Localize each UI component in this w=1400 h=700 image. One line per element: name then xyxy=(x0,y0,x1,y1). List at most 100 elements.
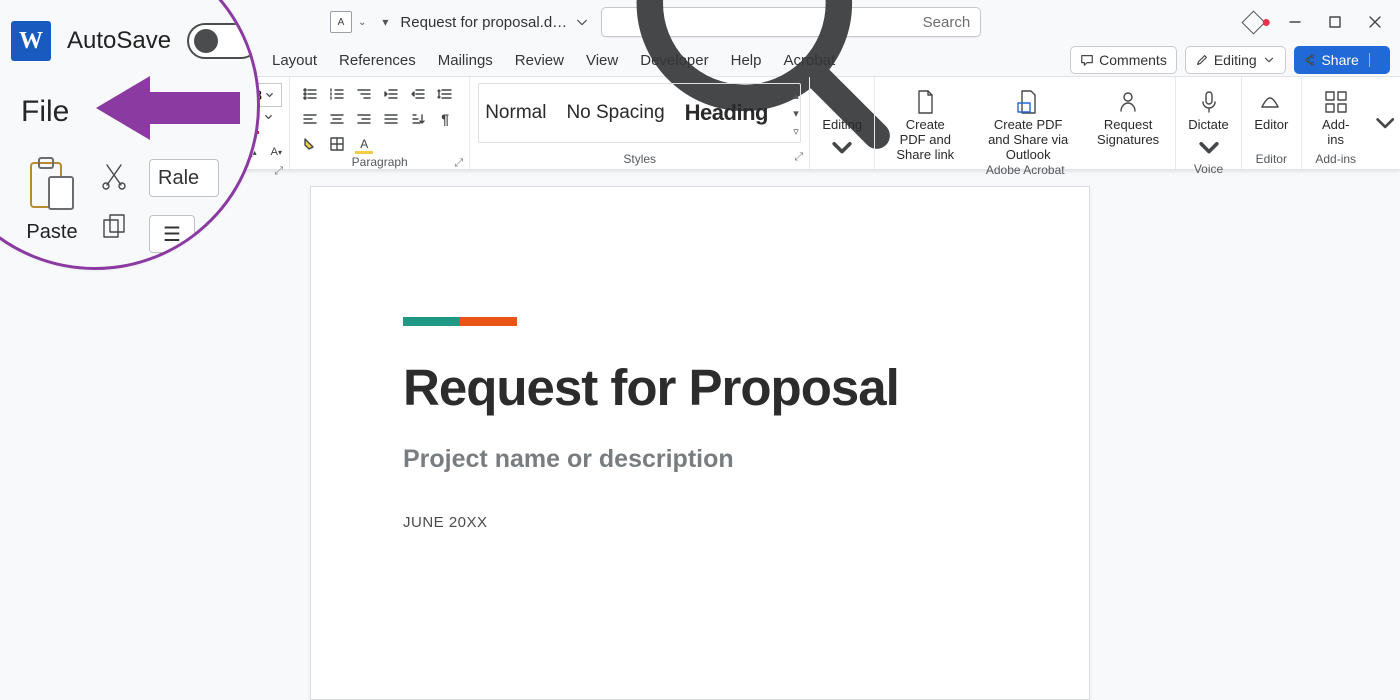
align-right-icon[interactable] xyxy=(352,108,376,130)
cut-icon[interactable] xyxy=(99,161,129,191)
clipboard-icon xyxy=(25,155,79,215)
search-placeholder: Search xyxy=(923,14,971,31)
numbering-icon[interactable] xyxy=(325,83,349,105)
styles-scroll[interactable]: ▴▾▿ xyxy=(788,86,804,140)
tab-help[interactable]: Help xyxy=(731,48,762,73)
label: Add-ins xyxy=(1318,118,1354,148)
chevron-down-icon xyxy=(1370,108,1400,138)
editing-mode-button[interactable]: Editing xyxy=(1185,46,1286,74)
chevron-down-icon xyxy=(829,136,855,162)
chevron-down-icon[interactable] xyxy=(575,15,589,29)
page[interactable]: Request for Proposal Project name or des… xyxy=(310,186,1090,700)
align-left-icon[interactable] xyxy=(298,108,322,130)
decrease-indent-icon[interactable] xyxy=(379,83,403,105)
editor-icon xyxy=(1258,89,1284,115)
qat-dropdown-icon[interactable]: ⌄ xyxy=(358,17,366,28)
doc-date[interactable]: JUNE 20XX xyxy=(403,514,997,531)
comment-icon xyxy=(1080,53,1094,67)
tab-acrobat[interactable]: Acrobat xyxy=(783,48,835,73)
request-signatures-button[interactable]: Request Signatures xyxy=(1089,83,1167,148)
style-normal[interactable]: Normal xyxy=(485,102,546,124)
editing-button[interactable]: Editing xyxy=(814,83,870,162)
share-label: Share xyxy=(1321,52,1358,68)
coming-soon-icon[interactable] xyxy=(1241,10,1265,34)
tab-view[interactable]: View xyxy=(586,48,618,73)
paste-button[interactable]: Paste xyxy=(25,155,79,244)
qat-area: A ⌄ ▾ xyxy=(330,11,388,33)
accent-bar xyxy=(403,317,517,326)
doc-subtitle[interactable]: Project name or description xyxy=(403,445,997,474)
tab-mailings[interactable]: Mailings xyxy=(438,48,493,73)
tab-review[interactable]: Review xyxy=(515,48,564,73)
minimize-icon[interactable] xyxy=(1288,15,1302,29)
maximize-icon[interactable] xyxy=(1328,15,1342,29)
text-highlight-icon[interactable]: A xyxy=(352,133,376,155)
search-input[interactable]: Search xyxy=(601,7,981,37)
word-app-icon[interactable]: W xyxy=(11,21,51,61)
voice-group: Dictate Voice xyxy=(1176,77,1242,169)
close-icon[interactable] xyxy=(1368,15,1382,29)
chevron-down-icon xyxy=(265,91,274,100)
doc-title-text: Request for proposal.d… xyxy=(400,14,567,31)
editing-group: Editing xyxy=(810,77,875,169)
create-pdf-share-link-button[interactable]: Create PDF and Share link xyxy=(883,83,967,163)
tab-layout[interactable]: Layout xyxy=(272,48,317,73)
document-title[interactable]: Request for proposal.d… xyxy=(400,14,589,31)
dictate-button[interactable]: Dictate xyxy=(1180,83,1236,162)
pencil-icon xyxy=(1195,53,1209,67)
editor-button[interactable]: Editor xyxy=(1246,83,1296,133)
addins-button[interactable]: Add-ins xyxy=(1310,83,1362,148)
align-center-icon[interactable] xyxy=(325,108,349,130)
font-name-value: Rale xyxy=(158,167,199,190)
accessibility-icon[interactable]: A xyxy=(330,11,352,33)
autosave-toggle[interactable] xyxy=(187,23,259,59)
chevron-down-icon xyxy=(1196,136,1222,162)
styles-group-label: Styles⤢ xyxy=(470,149,809,169)
chevron-down-icon xyxy=(1262,53,1276,67)
justify-icon[interactable] xyxy=(379,108,403,130)
sort-icon[interactable] xyxy=(406,108,430,130)
bullets-icon[interactable] xyxy=(298,83,322,105)
copy-icon[interactable] xyxy=(99,211,129,241)
find-icon xyxy=(829,89,855,115)
callout-arrow xyxy=(90,72,240,149)
dialog-launcher-icon[interactable]: ⤢ xyxy=(794,151,803,164)
borders-icon[interactable] xyxy=(325,133,349,155)
styles-group: Normal No Spacing Heading ▴▾▿ Styles⤢ xyxy=(470,77,810,169)
ribbon-collapse-button[interactable] xyxy=(1370,77,1400,169)
tab-developer[interactable]: Developer xyxy=(640,48,708,73)
addins-group: Add-ins Add-ins xyxy=(1302,77,1370,169)
autosave-label: AutoSave xyxy=(67,27,171,55)
doc-heading[interactable]: Request for Proposal xyxy=(403,360,997,415)
comments-button[interactable]: Comments xyxy=(1070,46,1177,74)
editing-label: Editing xyxy=(1214,52,1257,68)
label: Dictate xyxy=(1188,118,1228,133)
addins-icon xyxy=(1323,89,1349,115)
style-nospacing[interactable]: No Spacing xyxy=(566,102,664,124)
create-pdf-share-outlook-button[interactable]: Create PDF and Share via Outlook xyxy=(979,83,1077,163)
mic-icon xyxy=(1196,89,1222,115)
font-format-button[interactable]: ☰ xyxy=(149,215,195,253)
paste-label: Paste xyxy=(26,221,77,244)
share-button[interactable]: Share xyxy=(1294,46,1390,74)
paragraph-group-label: Paragraph⤢ xyxy=(290,155,469,169)
multilevel-icon[interactable] xyxy=(352,83,376,105)
decrease-font-icon[interactable]: A▾ xyxy=(264,141,288,163)
qat-more-icon[interactable]: ▾ xyxy=(382,15,388,29)
dialog-launcher-icon[interactable]: ⤢ xyxy=(454,157,463,170)
chevron-down-icon[interactable] xyxy=(264,113,273,122)
editor-group: Editor Editor xyxy=(1242,77,1302,169)
styles-gallery[interactable]: Normal No Spacing Heading ▴▾▿ xyxy=(478,83,801,143)
addins-group-label: Add-ins xyxy=(1302,149,1370,169)
editing-group-footer xyxy=(810,162,874,169)
tab-references[interactable]: References xyxy=(339,48,416,73)
shading-icon[interactable] xyxy=(298,133,322,155)
style-heading1[interactable]: Heading xyxy=(685,100,768,126)
label: Create PDF and Share via Outlook xyxy=(987,118,1069,163)
font-name-input[interactable]: Rale xyxy=(149,159,219,197)
pdf-icon xyxy=(912,89,938,115)
pdf-outlook-icon xyxy=(1015,89,1041,115)
show-marks-icon[interactable]: ¶ xyxy=(433,108,457,130)
line-spacing-icon[interactable] xyxy=(433,83,457,105)
increase-indent-icon[interactable] xyxy=(406,83,430,105)
